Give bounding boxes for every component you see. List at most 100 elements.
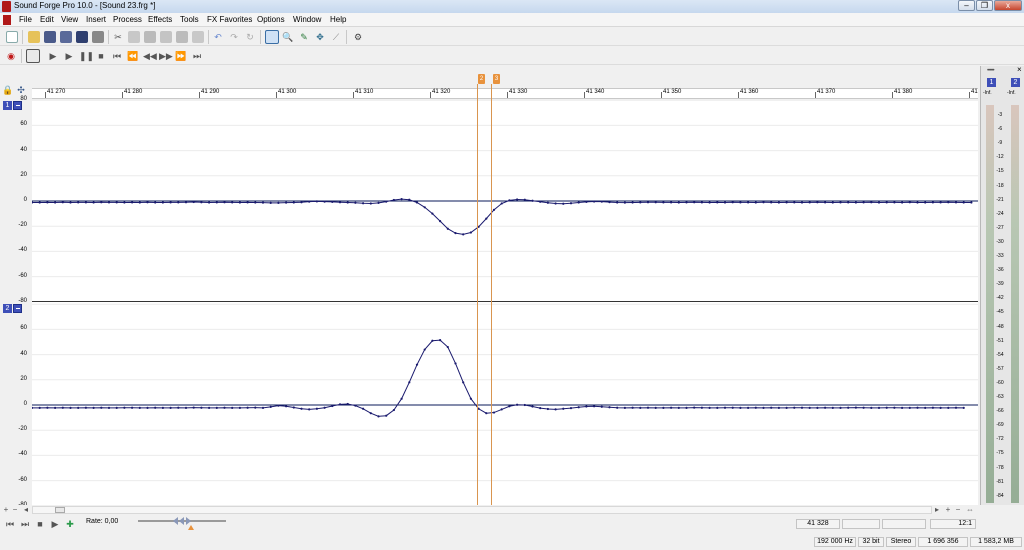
- waveform-display[interactable]: [30, 99, 978, 507]
- channel-2-sample-point: [169, 406, 172, 409]
- undo-icon[interactable]: ↶: [212, 31, 224, 43]
- pause-icon[interactable]: ❚❚: [79, 50, 94, 62]
- go-to-end-icon[interactable]: ⏭: [191, 50, 203, 62]
- stop-icon[interactable]: ■: [95, 50, 107, 62]
- channel-2-sample-point: [238, 406, 241, 409]
- render-icon[interactable]: [76, 31, 88, 43]
- loop-icon[interactable]: [26, 49, 40, 63]
- menu-help[interactable]: Help: [330, 15, 346, 24]
- channel-1-sample-point: [554, 202, 557, 205]
- channel-2-sample-point: [739, 406, 742, 409]
- marker-3[interactable]: 3: [493, 74, 500, 84]
- channel-1-sample-point: [469, 231, 472, 234]
- channel-2-badge[interactable]: 2: [3, 304, 12, 313]
- selection-start-field[interactable]: [842, 519, 880, 529]
- document-icon[interactable]: [3, 15, 11, 25]
- menu-edit[interactable]: Edit: [40, 15, 54, 24]
- snap-icon[interactable]: ✣: [15, 84, 27, 96]
- selection-length-field[interactable]: [882, 519, 926, 529]
- playbar-stop-icon[interactable]: ■: [34, 518, 46, 530]
- time-ruler[interactable]: [32, 88, 978, 99]
- redo-icon[interactable]: ↷: [228, 31, 240, 43]
- channel-1-sample-point: [593, 200, 596, 203]
- meter-grip[interactable]: ••••••: [987, 68, 995, 74]
- channel-1-sample-point: [500, 202, 503, 205]
- meter-scale-label: -39: [996, 281, 1004, 288]
- print-icon[interactable]: [92, 31, 104, 43]
- event-tool-icon[interactable]: ✥: [314, 31, 326, 43]
- meter-scale-label: -66: [996, 408, 1004, 415]
- menu-insert[interactable]: Insert: [86, 15, 106, 24]
- menu-window[interactable]: Window: [293, 15, 321, 24]
- playbar-go-to-end-icon[interactable]: ⏭: [19, 518, 31, 530]
- meter-close-icon[interactable]: ×: [1017, 65, 1022, 74]
- file-size-field: 1 583,2 MB: [970, 537, 1022, 547]
- forward-icon[interactable]: ▶▶: [159, 50, 173, 62]
- new-file-icon[interactable]: [6, 31, 18, 43]
- menu-effects[interactable]: Effects: [148, 15, 172, 24]
- channel-1-minimize-button[interactable]: [13, 101, 22, 110]
- channel-1-sample-point: [862, 201, 865, 204]
- zoom-ratio-field[interactable]: 12:1: [930, 519, 976, 529]
- meter-channel-1-badge[interactable]: 1: [987, 78, 996, 87]
- lock-icon[interactable]: 🔒: [2, 84, 14, 96]
- channel-1-sample-point: [69, 201, 72, 204]
- save-icon[interactable]: [44, 31, 56, 43]
- channel-2-minimize-button[interactable]: [13, 304, 22, 313]
- next-icon[interactable]: ⏩: [175, 50, 187, 62]
- record-icon[interactable]: ◉: [5, 50, 17, 62]
- settings-icon[interactable]: ⚙: [352, 31, 364, 43]
- zoom-in-icon[interactable]: +: [2, 505, 10, 514]
- meter-bar-1: [986, 105, 994, 503]
- save-as-icon[interactable]: [60, 31, 72, 43]
- transport-toolbar: ◉ ▶ ▶ ❚❚ ■ ⏮ ⏪ ◀◀ ▶▶ ⏩ ⏭: [0, 47, 1024, 65]
- menu-tools[interactable]: Tools: [180, 15, 199, 24]
- zoom-out-icon[interactable]: −: [11, 505, 19, 514]
- scroll-left-icon[interactable]: ◂: [22, 505, 30, 514]
- magnify-tool-icon[interactable]: 🔍: [282, 31, 294, 43]
- waveform-canvas[interactable]: [30, 99, 978, 507]
- menu-file[interactable]: File: [19, 15, 32, 24]
- trim-icon[interactable]: [192, 31, 204, 43]
- go-to-start-icon[interactable]: ⏮: [111, 50, 123, 62]
- crossfade-icon[interactable]: [176, 31, 188, 43]
- cursor-position-field[interactable]: 41 328: [796, 519, 840, 529]
- play-all-icon[interactable]: ▶: [47, 50, 59, 62]
- playbar-add-icon[interactable]: ✚: [64, 518, 76, 530]
- menu-process[interactable]: Process: [113, 15, 142, 24]
- channel-2-sample-point: [708, 406, 711, 409]
- rewind-icon[interactable]: ◀◀: [143, 50, 157, 62]
- envelope-tool-icon[interactable]: ⟋: [330, 31, 342, 43]
- channel-2-sample-point: [277, 404, 280, 407]
- repeat-icon[interactable]: ↻: [244, 31, 256, 43]
- play-icon[interactable]: ▶: [63, 50, 75, 62]
- menu-view[interactable]: View: [61, 15, 78, 24]
- close-button[interactable]: x: [994, 0, 1022, 11]
- scroll-right-icon[interactable]: ▸: [933, 505, 941, 514]
- menu-options[interactable]: Options: [257, 15, 285, 24]
- edit-tool-icon[interactable]: [265, 30, 279, 44]
- playbar-go-to-start-icon[interactable]: ⏮: [4, 518, 16, 530]
- zoom-plus-icon[interactable]: +: [944, 505, 952, 514]
- paste-icon[interactable]: [144, 31, 156, 43]
- previous-icon[interactable]: ⏪: [127, 50, 139, 62]
- channel-2-sample-point: [315, 407, 318, 410]
- channel-1-badge[interactable]: 1: [3, 101, 12, 110]
- copy-icon[interactable]: [128, 31, 140, 43]
- horizontal-scrollbar[interactable]: [32, 506, 932, 514]
- pencil-tool-icon[interactable]: ✎: [298, 31, 310, 43]
- playbar-play-icon[interactable]: ▶: [49, 518, 61, 530]
- zoom-fit-icon[interactable]: ⇔: [966, 505, 974, 514]
- marker-2[interactable]: 2: [478, 74, 485, 84]
- open-folder-icon[interactable]: [28, 31, 40, 43]
- restore-button[interactable]: ❐: [976, 0, 993, 11]
- channel-2-sample-point: [69, 406, 72, 409]
- cut-icon[interactable]: ✂: [112, 31, 124, 43]
- zoom-minus-icon[interactable]: −: [954, 505, 962, 514]
- mix-icon[interactable]: [160, 31, 172, 43]
- minimize-button[interactable]: –: [958, 0, 975, 11]
- channel-2-sample-point: [231, 406, 234, 409]
- menu-fx-favorites[interactable]: FX Favorites: [207, 15, 252, 24]
- meter-channel-2-badge[interactable]: 2: [1011, 78, 1020, 87]
- scrollbar-thumb[interactable]: [55, 507, 65, 513]
